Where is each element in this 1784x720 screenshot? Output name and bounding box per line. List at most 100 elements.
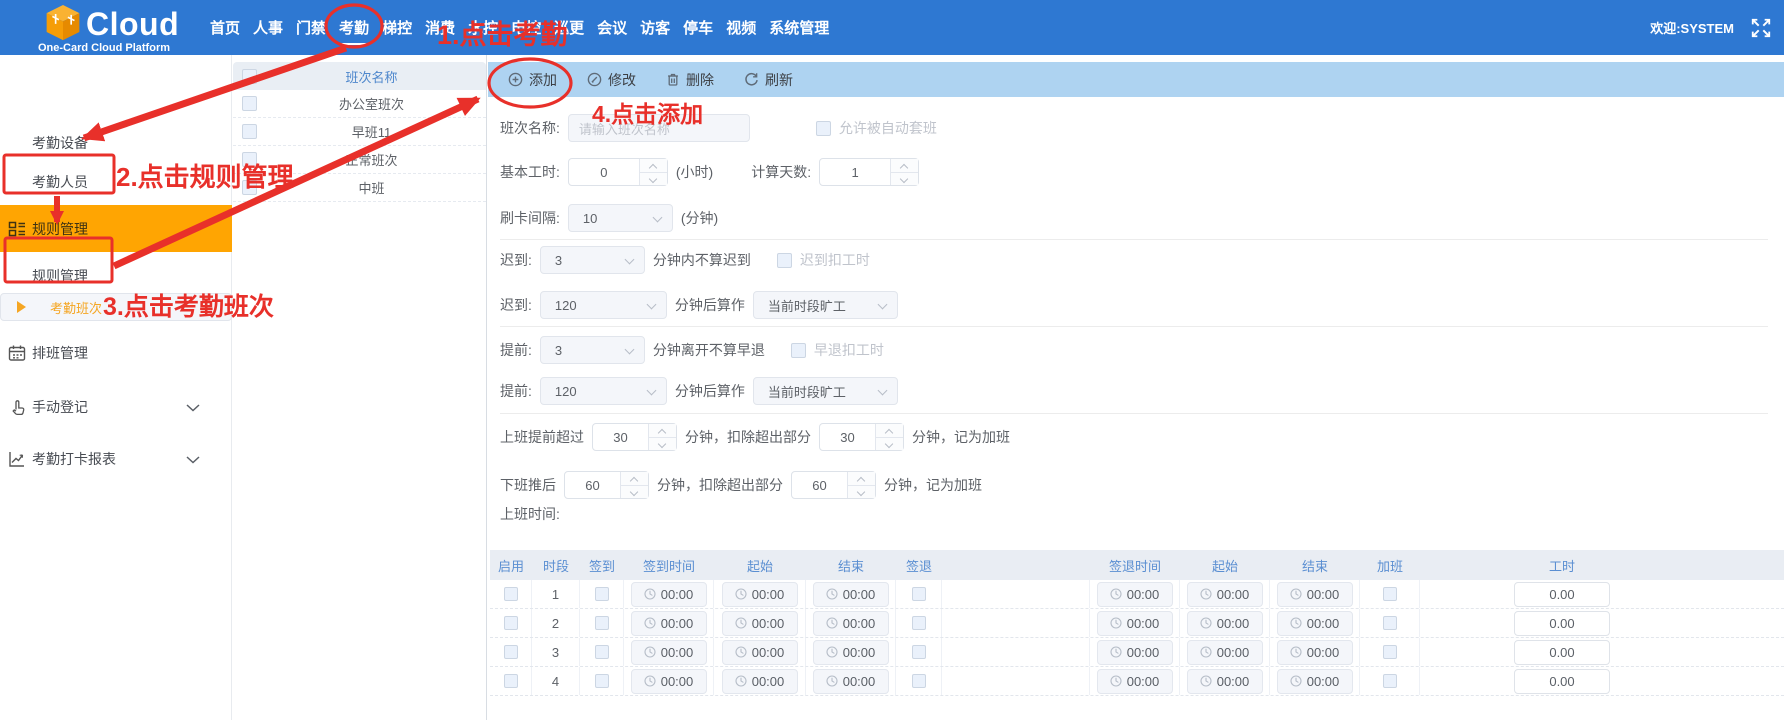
shift-list-row[interactable]: 早班11 — [233, 118, 486, 146]
nav-item-2[interactable]: 人事 — [253, 17, 283, 38]
checkout-checkbox[interactable] — [912, 674, 926, 688]
time-input[interactable]: 00:00 — [1097, 640, 1173, 665]
nav-item-7[interactable]: 水控 — [468, 17, 498, 38]
time-input[interactable]: 00:00 — [631, 582, 707, 607]
checkout-checkbox[interactable] — [912, 645, 926, 659]
stepper-buttons[interactable] — [620, 472, 648, 498]
base-hours-stepper[interactable]: 0 — [568, 158, 668, 186]
row-checkbox[interactable] — [242, 180, 257, 195]
overtime-checkbox[interactable] — [1383, 674, 1397, 688]
sidebar-item-attendance-report[interactable]: 考勤打卡报表 — [0, 437, 232, 481]
select-all-checkbox[interactable] — [242, 69, 257, 84]
stepper-buttons[interactable] — [639, 159, 667, 185]
shift-name-input[interactable]: 请输入班次名称 — [568, 114, 750, 142]
nav-item-12[interactable]: 停车 — [683, 17, 713, 38]
nav-item-4[interactable]: 考勤 — [339, 17, 369, 38]
early-deduct-checkbox[interactable] — [791, 343, 806, 358]
time-input[interactable]: 00:00 — [1187, 611, 1263, 636]
late2-select[interactable]: 120 — [540, 291, 667, 319]
overtime-checkbox[interactable] — [1383, 616, 1397, 630]
edit-button[interactable]: 修改 — [587, 70, 636, 90]
ot-before-stepper[interactable]: 30 — [592, 423, 677, 451]
time-input[interactable]: 00:00 — [1097, 669, 1173, 694]
time-input[interactable]: 00:00 — [1277, 669, 1353, 694]
enable-checkbox[interactable] — [504, 674, 518, 688]
time-input[interactable]: 00:00 — [1277, 582, 1353, 607]
ot-after-stepper2[interactable]: 60 — [791, 471, 876, 499]
early2-result-select[interactable]: 当前时段旷工 — [753, 377, 898, 405]
nav-item-10[interactable]: 会议 — [597, 17, 627, 38]
nav-item-14[interactable]: 系统管理 — [769, 17, 829, 38]
time-input[interactable]: 00:00 — [1187, 582, 1263, 607]
time-input[interactable]: 00:00 — [813, 611, 889, 636]
stepper-buttons[interactable] — [847, 472, 875, 498]
allow-auto-checkbox[interactable] — [816, 121, 831, 136]
overtime-checkbox[interactable] — [1383, 587, 1397, 601]
stepper-buttons[interactable] — [875, 424, 903, 450]
time-input[interactable]: 00:00 — [1187, 669, 1263, 694]
time-input[interactable]: 00:00 — [813, 640, 889, 665]
time-input[interactable]: 00:00 — [1277, 611, 1353, 636]
swipe-interval-select[interactable]: 10 — [568, 204, 673, 232]
ot-after-stepper[interactable]: 60 — [564, 471, 649, 499]
sidebar-item-attendance-personnel[interactable]: 考勤人员 — [0, 160, 232, 204]
nav-item-11[interactable]: 访客 — [640, 17, 670, 38]
add-button[interactable]: 添加 — [508, 70, 557, 90]
checkin-checkbox[interactable] — [595, 674, 609, 688]
checkout-checkbox[interactable] — [912, 616, 926, 630]
time-input[interactable]: 00:00 — [631, 669, 707, 694]
enable-checkbox[interactable] — [504, 645, 518, 659]
nav-item-5[interactable]: 梯控 — [382, 17, 412, 38]
stepper-buttons[interactable] — [890, 159, 918, 185]
nav-item-3[interactable]: 门禁 — [296, 17, 326, 38]
late-deduct-checkbox[interactable] — [777, 253, 792, 268]
time-input[interactable]: 00:00 — [813, 582, 889, 607]
checkin-checkbox[interactable] — [595, 587, 609, 601]
delete-button[interactable]: 删除 — [666, 70, 714, 90]
late1-select[interactable]: 3 — [540, 246, 645, 274]
fullscreen-icon[interactable] — [1750, 17, 1772, 39]
checkin-checkbox[interactable] — [595, 645, 609, 659]
row-checkbox[interactable] — [242, 124, 257, 139]
stepper-buttons[interactable] — [648, 424, 676, 450]
sidebar-item-attendance-shift[interactable]: 考勤班次 — [0, 293, 232, 321]
checkin-checkbox[interactable] — [595, 616, 609, 630]
time-input[interactable]: 00:00 — [722, 611, 798, 636]
nav-item-6[interactable]: 消费 — [425, 17, 455, 38]
time-input[interactable]: 00:00 — [631, 611, 707, 636]
early2-select[interactable]: 120 — [540, 377, 667, 405]
time-input[interactable]: 00:00 — [813, 669, 889, 694]
enable-checkbox[interactable] — [504, 616, 518, 630]
time-input[interactable]: 00:00 — [1187, 640, 1263, 665]
time-input[interactable]: 00:00 — [631, 640, 707, 665]
sidebar-item-attendance-devices[interactable]: 考勤设备 — [0, 121, 232, 165]
row-checkbox[interactable] — [242, 152, 257, 167]
time-input[interactable]: 00:00 — [1097, 611, 1173, 636]
time-input[interactable]: 00:00 — [722, 582, 798, 607]
nav-item-13[interactable]: 视频 — [726, 17, 756, 38]
time-input[interactable]: 00:00 — [1277, 640, 1353, 665]
overtime-checkbox[interactable] — [1383, 645, 1397, 659]
time-input[interactable]: 00:00 — [722, 640, 798, 665]
chevron-down-icon[interactable] — [186, 451, 200, 467]
nav-item-9[interactable]: 巡更 — [554, 17, 584, 38]
early1-select[interactable]: 3 — [540, 336, 645, 364]
nav-item-1[interactable]: 首页 — [210, 17, 240, 38]
chevron-down-icon[interactable] — [186, 399, 200, 415]
time-input[interactable]: 00:00 — [722, 669, 798, 694]
enable-checkbox[interactable] — [504, 587, 518, 601]
calc-days-stepper[interactable]: 1 — [819, 158, 919, 186]
shift-list-row[interactable]: 办公室班次 — [233, 90, 486, 118]
nav-item-8[interactable]: 电控 — [511, 17, 541, 38]
time-input[interactable]: 00:00 — [1097, 582, 1173, 607]
sidebar-item-rule-management-group[interactable]: 规则管理 — [0, 205, 232, 252]
sidebar-item-schedule-management[interactable]: 排班管理 — [0, 331, 232, 375]
shift-list-row[interactable]: 正常班次 — [233, 146, 486, 174]
sidebar-item-rule-management[interactable]: 规则管理 — [0, 254, 232, 298]
checkout-checkbox[interactable] — [912, 587, 926, 601]
ot-before-stepper2[interactable]: 30 — [819, 423, 904, 451]
late2-result-select[interactable]: 当前时段旷工 — [753, 291, 898, 319]
shift-list-row[interactable]: 中班 — [233, 174, 486, 202]
row-checkbox[interactable] — [242, 96, 257, 111]
refresh-button[interactable]: 刷新 — [744, 70, 793, 90]
